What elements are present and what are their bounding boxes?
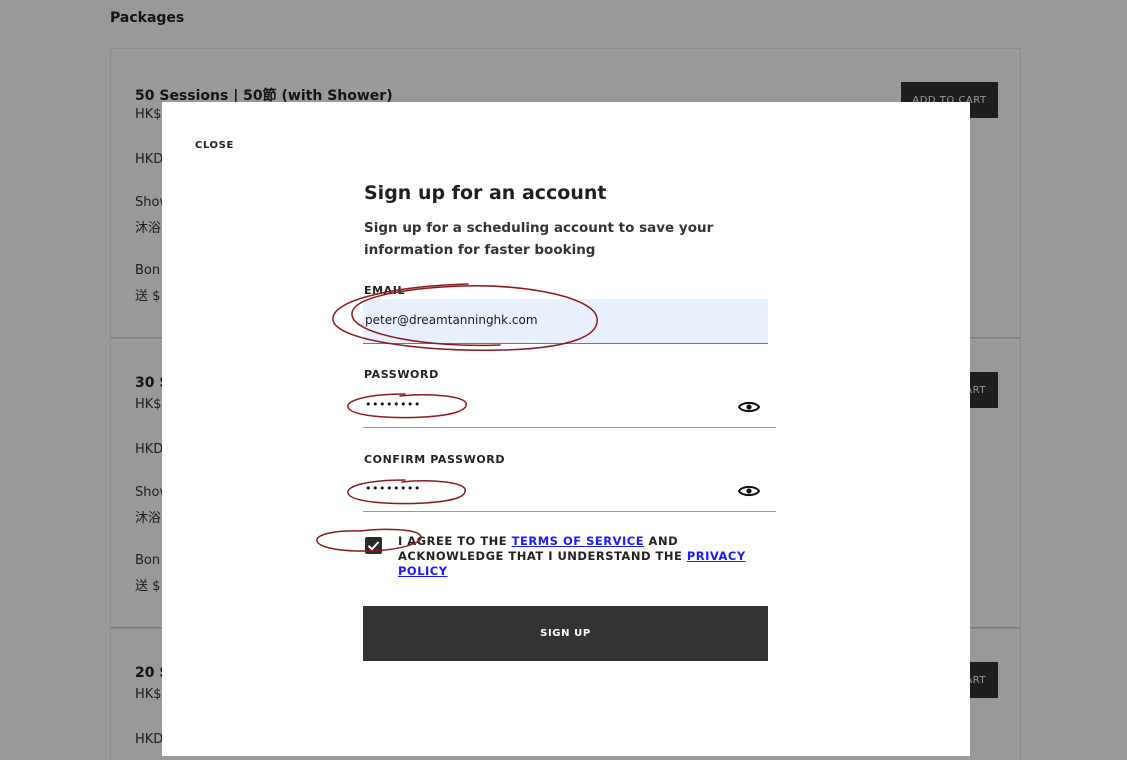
modal-subtitle: Sign up for a scheduling account to save…: [364, 220, 714, 258]
checkmark-icon: [367, 541, 380, 551]
sign-up-button[interactable]: SIGN UP: [363, 606, 768, 661]
password-label: PASSWORD: [364, 368, 439, 381]
signup-modal: CLOSE Sign up for an account Sign up for…: [162, 102, 970, 756]
email-label: EMAIL: [364, 284, 406, 297]
agree-text-start: I agree to the: [398, 534, 512, 548]
password-value: ••••••••: [365, 398, 421, 411]
confirm-password-field[interactable]: ••••••••: [363, 472, 776, 512]
agree-text: I agree to the Terms of Service and ackn…: [398, 534, 770, 579]
eye-icon[interactable]: [738, 400, 760, 414]
confirm-password-label: CONFIRM PASSWORD: [364, 453, 506, 466]
eye-icon[interactable]: [738, 484, 760, 498]
terms-of-service-link[interactable]: Terms of Service: [512, 534, 644, 548]
agree-checkbox[interactable]: [365, 537, 382, 554]
email-value: peter@dreamtanninghk.com: [365, 313, 538, 327]
close-button[interactable]: CLOSE: [195, 140, 234, 151]
email-field[interactable]: peter@dreamtanninghk.com: [363, 299, 768, 344]
confirm-password-value: ••••••••: [365, 482, 421, 495]
password-field[interactable]: ••••••••: [363, 388, 776, 428]
modal-title: Sign up for an account: [364, 182, 607, 204]
